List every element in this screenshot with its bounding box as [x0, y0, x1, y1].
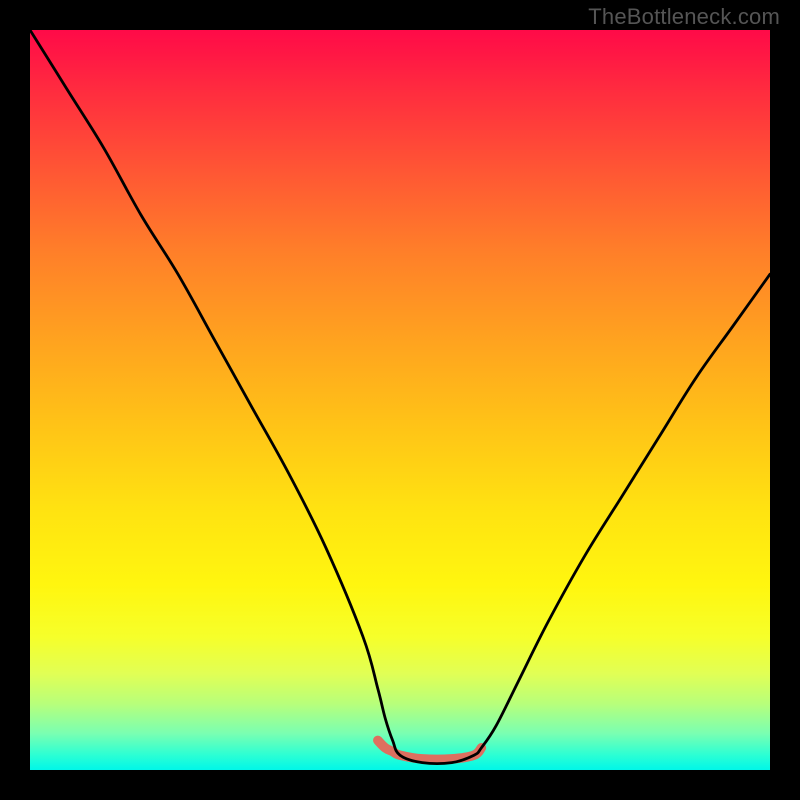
chart-area: [30, 30, 770, 770]
watermark-text: TheBottleneck.com: [588, 4, 780, 30]
chart-svg: [30, 30, 770, 770]
bottleneck-curve: [30, 30, 770, 764]
